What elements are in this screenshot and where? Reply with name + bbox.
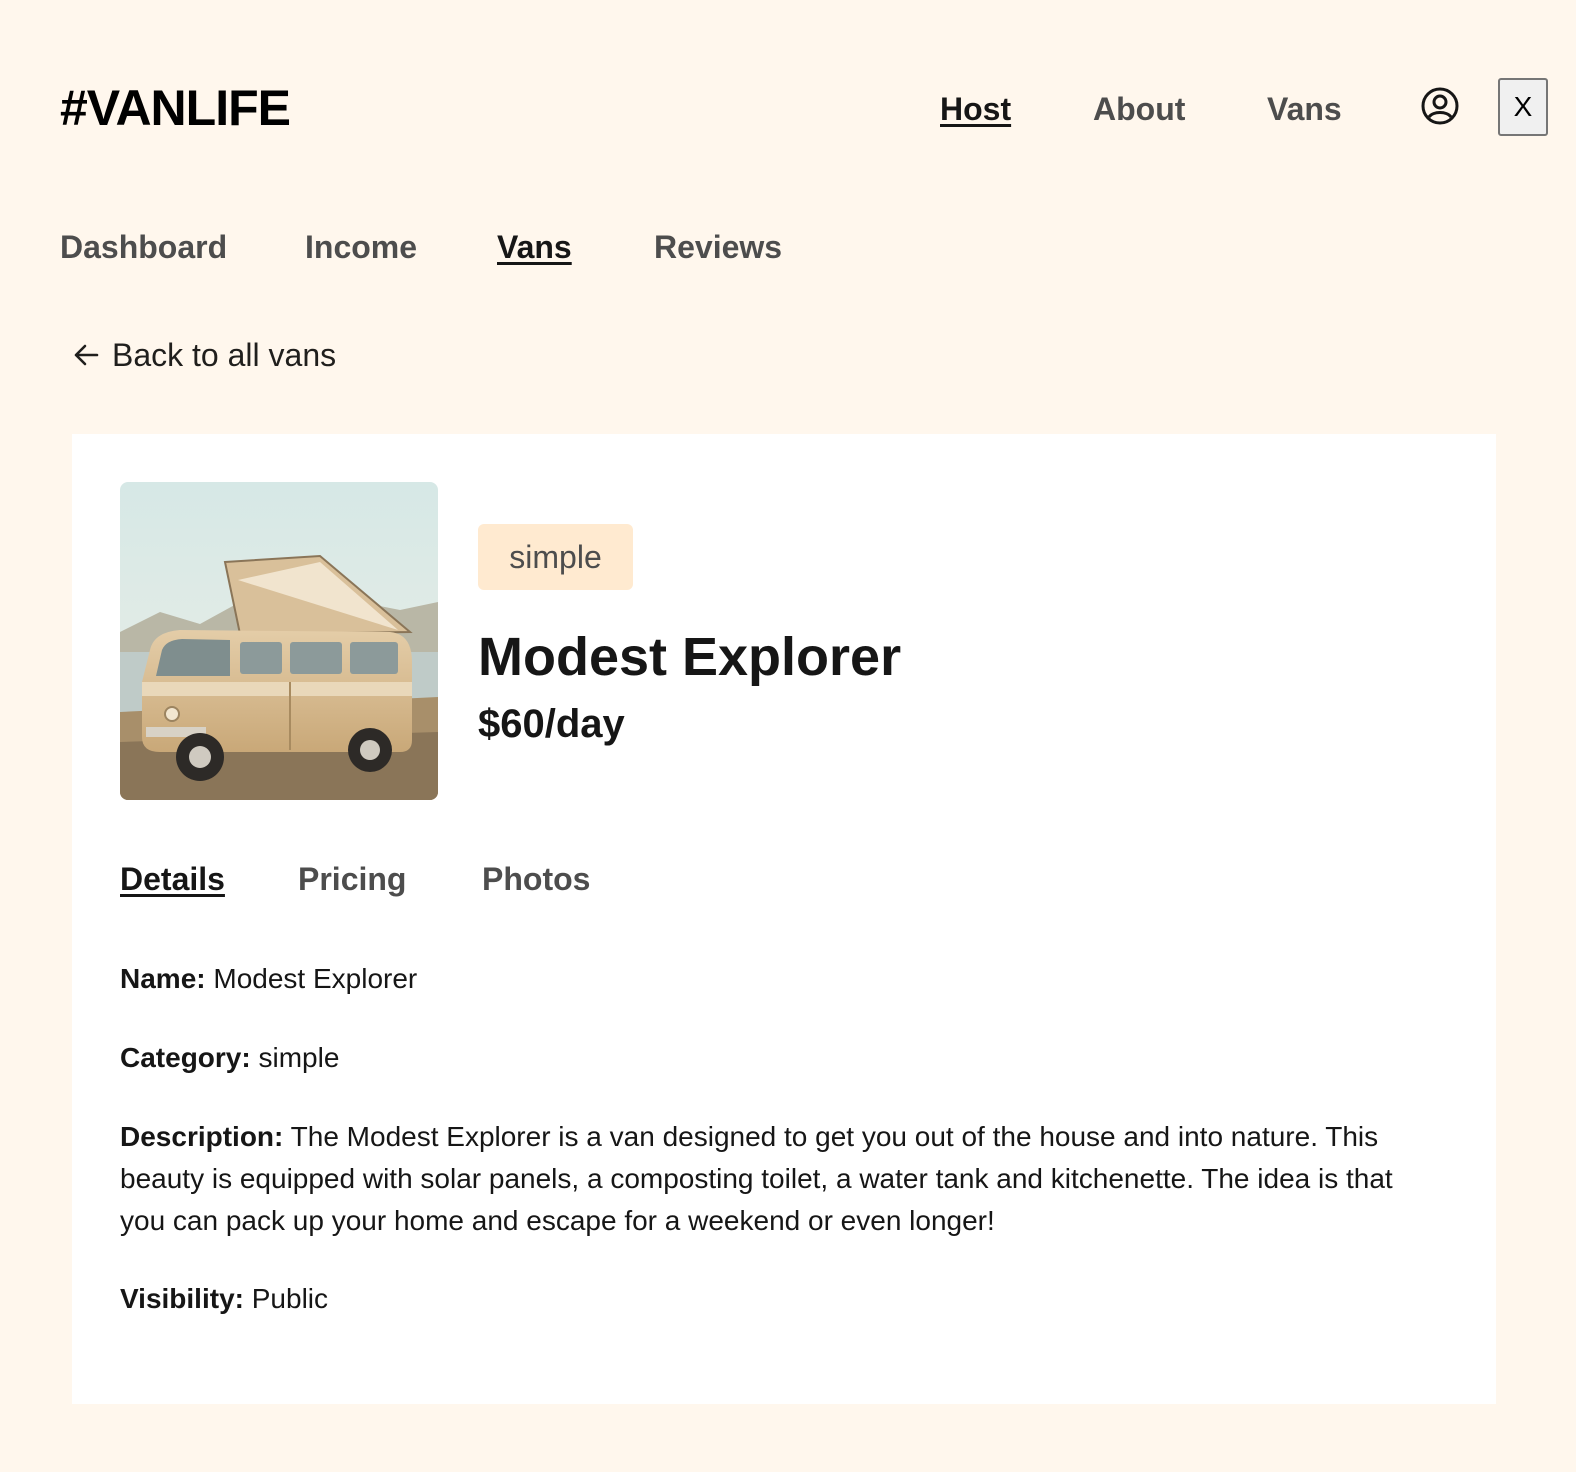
van-type-badge: simple <box>478 524 633 590</box>
detail-description-label: Description: <box>120 1121 284 1152</box>
detail-description: Description: The Modest Explorer is a va… <box>120 1116 1440 1242</box>
nav-host-link[interactable]: Host <box>940 86 1011 132</box>
close-button[interactable]: X <box>1498 78 1548 136</box>
nav-about-link[interactable]: About <box>1093 86 1185 132</box>
back-link-label: Back to all vans <box>112 337 337 373</box>
host-nav-reviews[interactable]: Reviews <box>654 226 782 268</box>
host-nav-income[interactable]: Income <box>305 226 417 268</box>
user-circle-icon[interactable] <box>1420 86 1460 126</box>
van-name: Modest Explorer <box>478 627 902 687</box>
host-nav-dashboard[interactable]: Dashboard <box>60 226 227 268</box>
detail-visibility: Visibility: Public <box>120 1278 1440 1320</box>
nav-vans-link[interactable]: Vans <box>1267 86 1342 132</box>
detail-visibility-label: Visibility: <box>120 1283 244 1314</box>
detail-category-label: Category: <box>120 1042 251 1073</box>
detail-category: Category: simple <box>120 1037 1440 1079</box>
host-nav-vans[interactable]: Vans <box>497 226 572 268</box>
detail-name-label: Name: <box>120 963 206 994</box>
van-detail-card: simple Modest Explorer $60/day Details P… <box>72 434 1496 1404</box>
main-nav: Host About Vans <box>0 86 1576 132</box>
detail-name: Name: Modest Explorer <box>120 958 1440 1000</box>
tab-details[interactable]: Details <box>120 858 225 900</box>
tab-photos[interactable]: Photos <box>482 858 590 900</box>
tab-pricing[interactable]: Pricing <box>298 858 406 900</box>
van-photo <box>120 482 438 800</box>
arrow-left-icon <box>74 344 99 366</box>
detail-visibility-value: Public <box>251 1283 329 1314</box>
detail-category-value: simple <box>258 1042 340 1073</box>
detail-description-value: The Modest Explorer is a van designed to… <box>120 1121 1393 1236</box>
van-price: $60/day <box>478 702 625 746</box>
back-to-all-vans-link[interactable]: Back to all vans <box>72 334 336 376</box>
detail-name-value: Modest Explorer <box>213 963 418 994</box>
